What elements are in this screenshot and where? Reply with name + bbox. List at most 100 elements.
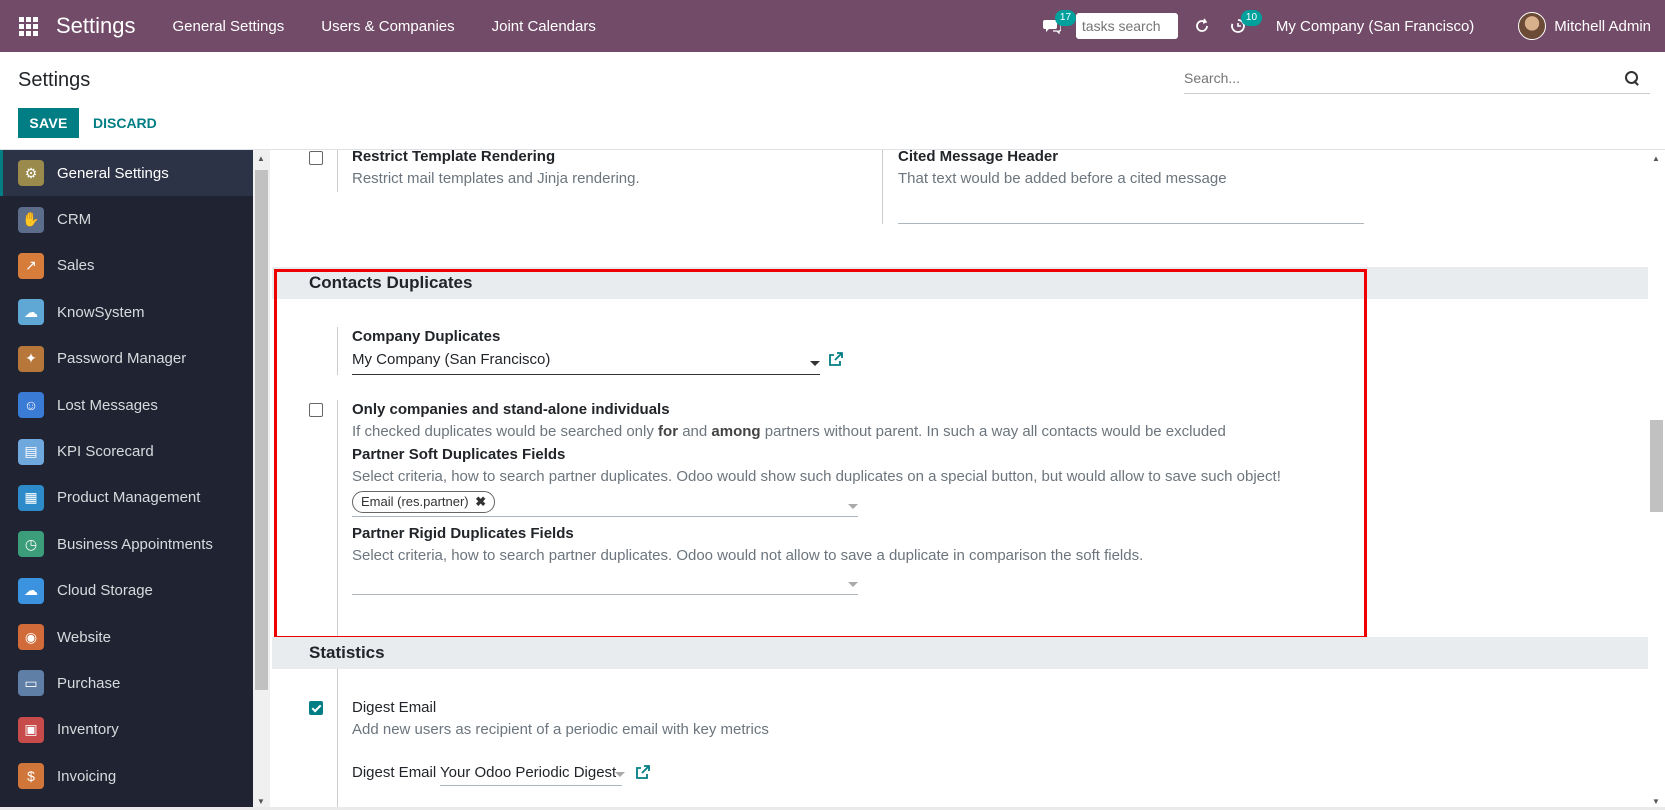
external-link-icon[interactable] — [635, 764, 651, 784]
rigid-duplicates-input[interactable] — [352, 594, 858, 595]
company-duplicates-select[interactable]: My Company (San Francisco) — [352, 351, 820, 375]
scroll-up-arrow-icon[interactable]: ▲ — [257, 154, 265, 163]
sidebar-item-label: Inventory — [57, 721, 119, 739]
chevron-down-icon[interactable] — [848, 504, 858, 509]
cited-header-desc: That text would be added before a cited … — [898, 170, 1227, 187]
digest-email-checkbox[interactable] — [309, 701, 323, 715]
desc-part: If checked duplicates would be searched … — [352, 423, 659, 440]
sidebar-item-label: Website — [57, 628, 111, 646]
contacts-duplicates-heading: Contacts Duplicates — [272, 267, 1648, 299]
sidebar-item-invoicing[interactable]: $ Invoicing — [0, 753, 253, 799]
refresh-button[interactable] — [1184, 0, 1220, 52]
menu-general-settings[interactable]: General Settings — [173, 18, 285, 35]
content-scrollbar[interactable]: ▲ ▼ — [1648, 150, 1665, 810]
messages-badge: 17 — [1054, 10, 1077, 26]
handshake-icon: ✋ — [18, 206, 44, 233]
sidebar-item-kpi-scorecard[interactable]: ▤ KPI Scorecard — [0, 428, 253, 474]
sidebar-item-website[interactable]: ◉ Website — [0, 614, 253, 660]
email-partner-tag[interactable]: Email (res.partner) ✖ — [352, 491, 496, 513]
only-companies-checkbox[interactable] — [309, 403, 323, 417]
chevron-down-icon[interactable] — [848, 582, 858, 587]
app-brand[interactable]: Settings — [56, 13, 136, 39]
activities-badge: 10 — [1240, 10, 1263, 26]
desc-bold-for: for — [658, 423, 679, 440]
company-duplicates-setting: Company Duplicates — [352, 328, 500, 345]
only-companies-title: Only companies and stand-alone individua… — [352, 401, 670, 418]
scroll-down-arrow-icon[interactable]: ▼ — [257, 797, 265, 806]
discard-button[interactable]: DISCARD — [93, 108, 157, 138]
divider — [337, 327, 338, 375]
brain-icon: ☁ — [18, 299, 44, 326]
user-menu[interactable]: Mitchell Admin — [1554, 18, 1651, 35]
page-title: Settings — [18, 69, 91, 91]
rigid-duplicates-title: Partner Rigid Duplicates Fields — [352, 525, 574, 542]
menu-joint-calendars[interactable]: Joint Calendars — [492, 18, 596, 35]
desc-bold-among: among — [711, 423, 761, 440]
control-panel: Settings SAVE DISCARD — [0, 52, 1665, 150]
sidebar-item-label: KnowSystem — [57, 303, 145, 321]
only-companies-desc: If checked duplicates would be searched … — [352, 422, 1352, 442]
digest-email-setting: Digest Email Add new users as recipient … — [352, 699, 769, 740]
sidebar-item-cloud-storage[interactable]: ☁ Cloud Storage — [0, 568, 253, 614]
company-duplicates-value: My Company (San Francisco) — [352, 351, 551, 368]
digest-email-title: Digest Email — [352, 699, 437, 716]
sidebar-item-sales[interactable]: ↗ Sales — [0, 243, 253, 289]
statistics-heading: Statistics — [272, 637, 1648, 669]
tasks-search-input[interactable] — [1075, 13, 1178, 39]
sidebar-item-lost-messages[interactable]: ☺ Lost Messages — [0, 382, 253, 428]
content-scroll-thumb[interactable] — [1650, 420, 1663, 512]
globe-icon: ◉ — [18, 624, 44, 651]
activities-button[interactable]: 10 — [1220, 0, 1263, 52]
divider — [337, 150, 338, 192]
digest-email-select[interactable]: Your Odoo Periodic Digest — [440, 764, 622, 786]
cited-header-setting: Cited Message Header That text would be … — [898, 150, 1227, 189]
sidebar-item-general-settings[interactable]: ⚙ General Settings — [0, 150, 253, 197]
product-grid-icon: ▦ — [18, 484, 44, 511]
scroll-down-arrow-icon[interactable]: ▼ — [1652, 797, 1660, 806]
sidebar-item-purchase[interactable]: ▭ Purchase — [0, 660, 253, 706]
sidebar-item-label: Cloud Storage — [57, 582, 153, 600]
settings-sidebar: ⚙ General Settings ✋ CRM ↗ Sales ☁ KnowSystem ✦ P… — [0, 150, 253, 810]
messages-button[interactable]: 17 — [1034, 0, 1077, 52]
settings-content: Restrict Template Rendering Restrict mai… — [270, 150, 1648, 810]
clock-icon: ◷ — [18, 531, 44, 558]
restrict-template-setting: Restrict Template Rendering Restrict mai… — [352, 150, 640, 189]
external-link-icon[interactable] — [828, 351, 844, 371]
sidebar-scroll-thumb[interactable] — [255, 170, 268, 690]
digest-email-field-label: Digest Email — [352, 764, 437, 781]
sidebar-item-business-appointments[interactable]: ◷ Business Appointments — [0, 521, 253, 567]
divider — [882, 150, 883, 224]
avatar[interactable] — [1518, 12, 1547, 40]
chevron-down-icon[interactable] — [615, 772, 625, 777]
sidebar-item-product-management[interactable]: ▦ Product Management — [0, 475, 253, 521]
sidebar-item-label: Lost Messages — [57, 396, 158, 414]
menu-users-companies[interactable]: Users & Companies — [321, 18, 454, 35]
sidebar-item-crm[interactable]: ✋ CRM — [0, 196, 253, 242]
rigid-duplicates-setting: Partner Rigid Duplicates Fields Select c… — [352, 525, 1352, 566]
restrict-template-checkbox[interactable] — [309, 151, 323, 165]
puzzle-icon: ✦ — [18, 345, 44, 372]
search-icon[interactable] — [1624, 70, 1640, 86]
settings-search-input[interactable] — [1184, 69, 1624, 86]
chevron-down-icon[interactable] — [810, 361, 820, 366]
sidebar-item-knowsystem[interactable]: ☁ KnowSystem — [0, 289, 253, 335]
sidebar-item-label: Invoicing — [57, 767, 117, 785]
sidebar-scrollbar[interactable]: ▲ ▼ — [253, 150, 270, 810]
company-duplicates-label: Company Duplicates — [352, 328, 501, 345]
remove-tag-icon[interactable]: ✖ — [475, 494, 486, 509]
navbar-systray: 17 10 My Company (San Francisco) Mitchel… — [1034, 0, 1665, 52]
sidebar-item-password-manager[interactable]: ✦ Password Manager — [0, 336, 253, 382]
scroll-up-arrow-icon[interactable]: ▲ — [1652, 154, 1660, 163]
divider — [337, 695, 338, 810]
sidebar-item-label: CRM — [57, 211, 92, 229]
cited-header-input[interactable] — [898, 223, 1364, 224]
soft-duplicates-input[interactable] — [352, 516, 858, 517]
company-switcher[interactable]: My Company (San Francisco) — [1276, 18, 1474, 35]
desc-part: partners without parent. In such a way a… — [760, 423, 1226, 440]
user-icon: ☺ — [18, 392, 44, 419]
section-title: Contacts Duplicates — [309, 273, 473, 292]
save-button[interactable]: SAVE — [18, 108, 79, 138]
settings-search — [1184, 62, 1650, 94]
apps-menu-button[interactable] — [0, 0, 56, 52]
sidebar-item-inventory[interactable]: ▣ Inventory — [0, 707, 253, 753]
